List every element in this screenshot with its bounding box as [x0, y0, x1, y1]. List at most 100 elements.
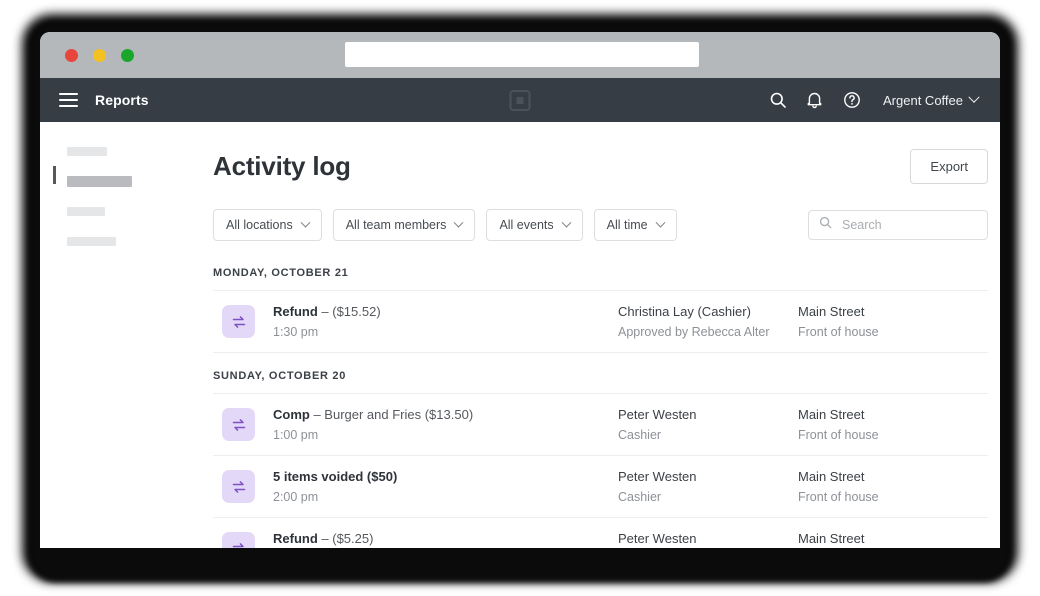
location-subtext: Front of house: [798, 428, 879, 442]
transfer-arrows-icon: [222, 470, 255, 503]
log-person: Christina Lay (Cashier) Approved by Rebe…: [618, 304, 798, 339]
hamburger-icon[interactable]: [59, 93, 78, 107]
person-name: Peter Westen: [618, 407, 697, 422]
log-person: Peter Westen Cashier: [618, 531, 798, 548]
log-date-heading: MONDAY, OCTOBER 21: [213, 267, 349, 279]
export-button[interactable]: Export: [910, 149, 988, 184]
log-group: MONDAY, OCTOBER 21 Refund – ($15.52) 1:3…: [213, 267, 988, 353]
browser-window: Reports Argent Coffee Activity log Expor…: [40, 32, 1000, 548]
sidebar-item-placeholder-2-active[interactable]: [67, 176, 132, 187]
chevron-down-icon: [300, 217, 311, 228]
log-location: Main Street Front of house: [798, 531, 988, 548]
filter-all-time[interactable]: All time: [593, 209, 677, 241]
log-person: Peter Westen Cashier: [618, 469, 798, 504]
chevron-down-icon: [453, 217, 464, 228]
filter-label: All time: [606, 218, 648, 232]
log-title-bold: 5 items voided ($50): [273, 469, 398, 484]
log-title-rest: – ($15.52): [317, 304, 381, 319]
log-title-bold: Comp: [273, 407, 310, 422]
app-navbar: Reports Argent Coffee: [40, 78, 1000, 122]
account-name: Argent Coffee: [883, 92, 963, 108]
filter-all-locations[interactable]: All locations: [213, 209, 322, 241]
page-header: Activity log Export: [213, 122, 988, 184]
log-description: Refund – ($15.52) 1:30 pm: [273, 304, 618, 339]
chevron-down-icon: [655, 217, 666, 228]
table-row[interactable]: Comp – Burger and Fries ($13.50) 1:00 pm…: [213, 394, 988, 455]
transfer-arrows-icon: [222, 532, 255, 548]
log-title-rest: – ($5.25): [317, 531, 374, 546]
table-row[interactable]: Refund – ($15.52) 1:30 pm Christina Lay …: [213, 291, 988, 352]
location-subtext: Front of house: [798, 490, 879, 504]
log-location: Main Street Front of house: [798, 304, 988, 339]
person-subtext: Cashier: [618, 428, 662, 442]
filter-label: All team members: [345, 218, 447, 232]
table-row[interactable]: Refund – ($5.25) 2:30 pm Peter Westen Ca…: [213, 518, 988, 548]
app-body: Activity log Export All locations All te…: [40, 122, 1000, 548]
person-name: Christina Lay (Cashier): [618, 304, 751, 319]
chevron-down-icon: [561, 217, 572, 228]
search-icon[interactable]: [768, 91, 787, 110]
log-time: 2:00 pm: [273, 490, 319, 504]
log-description: Refund – ($5.25) 2:30 pm: [273, 531, 618, 548]
log-title: Refund – ($15.52): [273, 304, 618, 319]
log-time: 1:30 pm: [273, 325, 319, 339]
location-name: Main Street: [798, 469, 865, 484]
help-icon[interactable]: [842, 91, 861, 110]
filter-all-events[interactable]: All events: [486, 209, 583, 241]
filter-label: All locations: [226, 218, 293, 232]
navbar-actions: Argent Coffee: [768, 91, 980, 110]
transfer-arrows-icon: [222, 408, 255, 441]
search-box[interactable]: [808, 210, 988, 240]
transfer-arrows-icon: [222, 305, 255, 338]
log-title: 5 items voided ($50): [273, 469, 618, 484]
location-name: Main Street: [798, 531, 865, 546]
account-menu[interactable]: Argent Coffee: [883, 91, 980, 108]
table-row[interactable]: 5 items voided ($50) 2:00 pm Peter Weste…: [213, 456, 988, 517]
search-input[interactable]: [840, 217, 977, 233]
address-bar[interactable]: [345, 42, 699, 67]
log-title: Refund – ($5.25): [273, 531, 618, 546]
bell-icon[interactable]: [805, 91, 824, 110]
log-location: Main Street Front of house: [798, 407, 988, 442]
person-subtext: Approved by Rebecca Alter: [618, 325, 770, 339]
chevron-down-icon: [968, 91, 980, 103]
log-time: 1:00 pm: [273, 428, 319, 442]
sidebar-item-placeholder-3[interactable]: [67, 207, 105, 216]
sidebar-active-indicator: [53, 166, 56, 184]
log-group: SUNDAY, OCTOBER 20 Comp – Burger and Fri: [213, 370, 988, 548]
log-description: Comp – Burger and Fries ($13.50) 1:00 pm: [273, 407, 618, 442]
close-window-button[interactable]: [65, 49, 78, 62]
zoom-window-button[interactable]: [121, 49, 134, 62]
location-name: Main Street: [798, 304, 865, 319]
log-description: 5 items voided ($50) 2:00 pm: [273, 469, 618, 504]
browser-titlebar: [40, 32, 1000, 78]
window-controls: [65, 49, 134, 62]
page-title: Activity log: [213, 151, 351, 181]
person-name: Peter Westen: [618, 531, 697, 546]
sidebar-item-placeholder-1[interactable]: [67, 147, 107, 156]
log-date-heading: SUNDAY, OCTOBER 20: [213, 370, 347, 382]
search-icon: [819, 216, 832, 234]
sidebar: [40, 122, 213, 548]
square-logo-icon: [509, 89, 531, 111]
log-title-bold: Refund: [273, 531, 318, 546]
sidebar-item-placeholder-4[interactable]: [67, 237, 116, 246]
activity-log-list: MONDAY, OCTOBER 21 Refund – ($15.52) 1:3…: [213, 267, 988, 548]
person-subtext: Cashier: [618, 490, 662, 504]
person-name: Peter Westen: [618, 469, 697, 484]
filter-bar: All locations All team members All event…: [213, 209, 988, 241]
filter-label: All events: [499, 218, 554, 232]
location-subtext: Front of house: [798, 325, 879, 339]
page-section-title: Reports: [95, 92, 149, 108]
log-title-bold: Refund: [273, 304, 318, 319]
log-title-rest: – Burger and Fries ($13.50): [309, 407, 474, 422]
screenshot-root: Reports Argent Coffee Activity log Expor…: [0, 0, 1040, 596]
log-location: Main Street Front of house: [798, 469, 988, 504]
main-content: Activity log Export All locations All te…: [213, 122, 1000, 548]
minimize-window-button[interactable]: [93, 49, 106, 62]
log-title: Comp – Burger and Fries ($13.50): [273, 407, 618, 422]
log-person: Peter Westen Cashier: [618, 407, 798, 442]
location-name: Main Street: [798, 407, 865, 422]
filter-all-team-members[interactable]: All team members: [332, 209, 476, 241]
